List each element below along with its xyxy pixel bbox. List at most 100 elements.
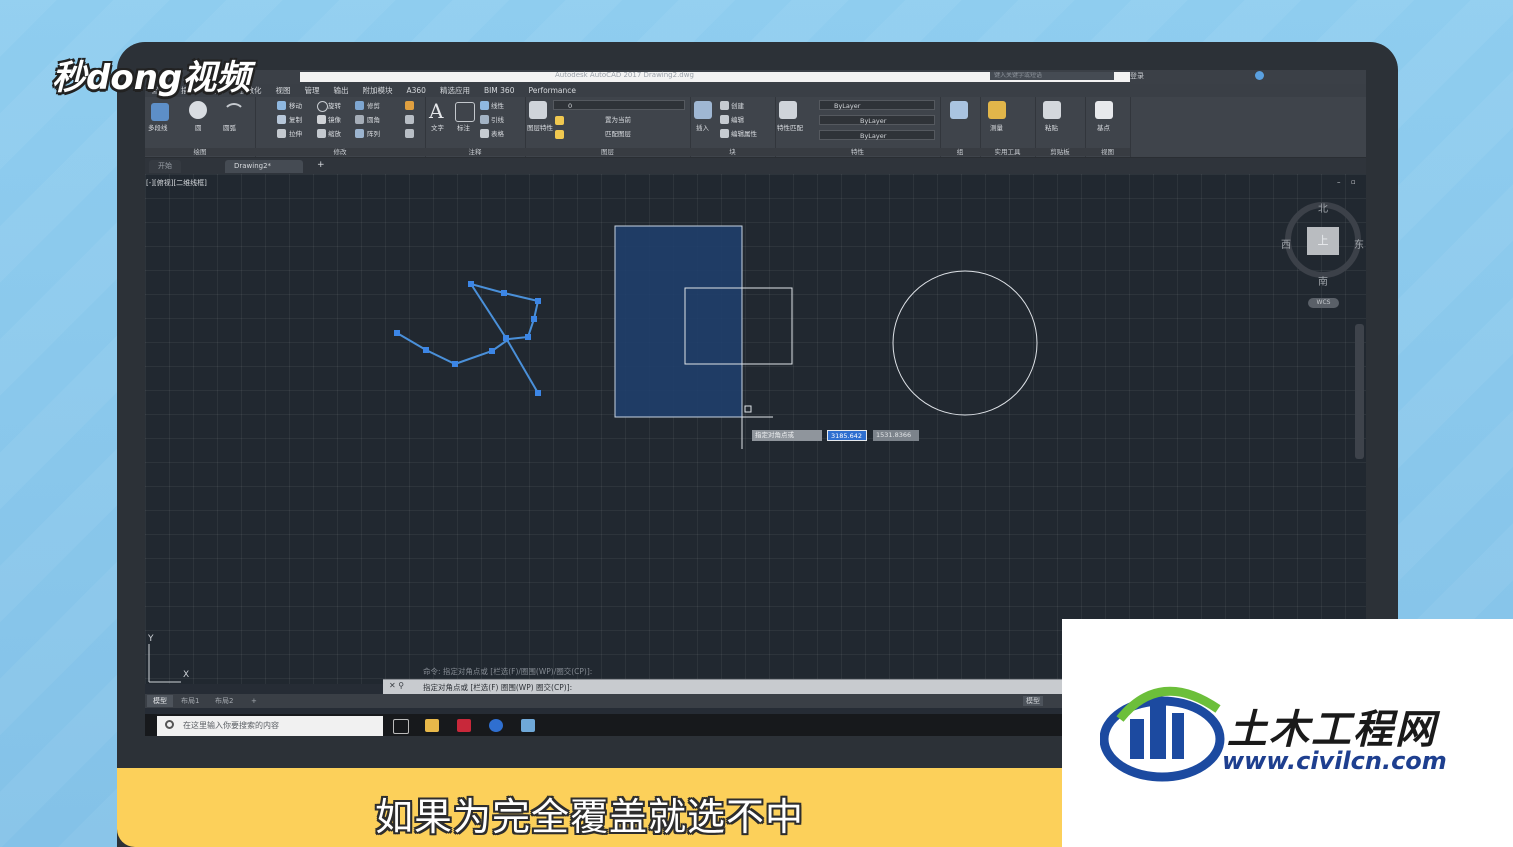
tab-featured-apps[interactable]: 精选应用 bbox=[433, 84, 477, 97]
taskbar-search-input[interactable]: 在这里输入你要搜索的内容 bbox=[157, 716, 383, 736]
insert-button[interactable]: 插入 bbox=[696, 124, 709, 132]
grip[interactable] bbox=[423, 347, 429, 353]
polyline-object[interactable] bbox=[396, 282, 540, 394]
layer-bulb-icon[interactable] bbox=[555, 116, 564, 125]
fillet-icon[interactable] bbox=[355, 115, 364, 124]
grip[interactable] bbox=[535, 390, 541, 396]
layer-properties-icon[interactable] bbox=[529, 101, 547, 119]
edit-attributes-icon[interactable] bbox=[720, 129, 729, 138]
rotate-icon[interactable] bbox=[317, 101, 328, 112]
app-icon[interactable] bbox=[521, 719, 535, 732]
paste-button[interactable]: 粘贴 bbox=[1045, 124, 1058, 132]
tab-start[interactable]: 开始 bbox=[149, 160, 181, 173]
array-icon[interactable] bbox=[355, 129, 364, 138]
lineweight-dropdown[interactable]: ByLayer bbox=[819, 130, 935, 140]
tab-performance[interactable]: Performance bbox=[521, 84, 583, 97]
groups-panel-label[interactable]: 组 bbox=[940, 148, 980, 156]
polyline-icon[interactable] bbox=[151, 103, 169, 121]
offset-icon[interactable] bbox=[405, 129, 414, 138]
explode-icon[interactable] bbox=[405, 115, 414, 124]
tab-bim360[interactable]: BIM 360 bbox=[477, 84, 522, 97]
edit-block-icon[interactable] bbox=[720, 115, 729, 124]
block-panel-label[interactable]: 块 bbox=[690, 148, 775, 156]
erase-icon[interactable] bbox=[405, 101, 414, 110]
scale-button[interactable]: 缩放 bbox=[328, 130, 341, 138]
paste-icon[interactable] bbox=[1043, 101, 1061, 119]
mirror-button[interactable]: 镜像 bbox=[328, 116, 341, 124]
circle-object[interactable] bbox=[892, 270, 1038, 416]
tab-a360[interactable]: A360 bbox=[400, 84, 433, 97]
base-view-button[interactable]: 基点 bbox=[1097, 124, 1110, 132]
layers-panel-label[interactable]: 图层 bbox=[525, 148, 690, 156]
layer-properties-button[interactable]: 图层特性 bbox=[527, 124, 553, 132]
dynamic-x-input[interactable]: 3185.642 bbox=[827, 430, 867, 441]
compass-east[interactable]: 东 bbox=[1354, 236, 1364, 251]
draw-panel-label[interactable]: 绘图 bbox=[145, 148, 255, 156]
help-icon[interactable] bbox=[1255, 71, 1264, 80]
tab-manage[interactable]: 管理 bbox=[298, 84, 327, 97]
fillet-button[interactable]: 圆角 bbox=[367, 116, 380, 124]
base-view-icon[interactable] bbox=[1095, 101, 1113, 119]
close-icon[interactable]: ✕ ⚲ bbox=[389, 681, 404, 690]
compass-north[interactable]: 北 bbox=[1318, 200, 1328, 215]
grip[interactable] bbox=[468, 281, 474, 287]
make-current-button[interactable]: 置为当前 bbox=[605, 116, 631, 124]
table-icon[interactable] bbox=[480, 129, 489, 138]
grip[interactable] bbox=[501, 290, 507, 296]
trim-icon[interactable] bbox=[355, 101, 364, 110]
grip[interactable] bbox=[531, 316, 537, 322]
modify-panel-label[interactable]: 修改 bbox=[255, 148, 425, 156]
compass-west[interactable]: 西 bbox=[1281, 236, 1291, 251]
tab-layout2[interactable]: 布局2 bbox=[209, 695, 239, 707]
stretch-icon[interactable] bbox=[277, 129, 286, 138]
copy-button[interactable]: 复制 bbox=[289, 116, 302, 124]
tab-drawing2[interactable]: Drawing2* bbox=[225, 160, 303, 173]
move-button[interactable]: 移动 bbox=[289, 102, 302, 110]
view-panel-label[interactable]: 视图 bbox=[1085, 148, 1130, 156]
tab-addins[interactable]: 附加模块 bbox=[356, 84, 400, 97]
linetype-dropdown[interactable]: ByLayer bbox=[819, 115, 935, 125]
measure-icon[interactable] bbox=[988, 101, 1006, 119]
group-icon[interactable] bbox=[950, 101, 968, 119]
browser-icon[interactable] bbox=[489, 719, 503, 732]
color-dropdown[interactable]: ByLayer bbox=[819, 100, 935, 110]
drawing-canvas[interactable]: [-][俯视][二维线框] – ▫ Y X 指定对角点或 3185.642 15… bbox=[145, 174, 1366, 684]
search-input[interactable]: 键入关键字或短语 bbox=[990, 72, 1114, 80]
autocad-icon[interactable] bbox=[457, 719, 471, 732]
create-block-button[interactable]: 创建 bbox=[731, 102, 744, 110]
scale-icon[interactable] bbox=[317, 129, 326, 138]
dynamic-y-input[interactable]: 1531.8366 bbox=[873, 430, 919, 441]
text-a-icon[interactable]: A bbox=[429, 99, 443, 123]
edit-attributes-button[interactable]: 编辑属性 bbox=[731, 130, 757, 138]
edit-block-button[interactable]: 编辑 bbox=[731, 116, 744, 124]
grip[interactable] bbox=[394, 330, 400, 336]
grip[interactable] bbox=[535, 298, 541, 304]
circle-icon[interactable] bbox=[189, 101, 207, 119]
layer-dropdown[interactable]: 0 bbox=[553, 100, 685, 110]
signin-button[interactable]: 登录 bbox=[1130, 71, 1144, 81]
status-model-button[interactable]: 模型 bbox=[1023, 696, 1043, 706]
new-tab-plus-icon[interactable]: + bbox=[317, 161, 325, 170]
grip[interactable] bbox=[489, 348, 495, 354]
tab-view[interactable]: 视图 bbox=[269, 84, 298, 97]
circle-button[interactable]: 圆 bbox=[195, 124, 202, 132]
tab-output[interactable]: 输出 bbox=[327, 84, 356, 97]
leader-button[interactable]: 引线 bbox=[491, 116, 504, 124]
wcs-menu[interactable]: WCS bbox=[1308, 298, 1339, 308]
file-explorer-icon[interactable] bbox=[425, 719, 439, 732]
text-button[interactable]: 文字 bbox=[431, 124, 444, 132]
match-properties-icon[interactable] bbox=[779, 101, 797, 119]
measure-button[interactable]: 测量 bbox=[990, 124, 1003, 132]
move-icon[interactable] bbox=[277, 101, 286, 110]
viewcube-top-face[interactable]: 上 bbox=[1307, 227, 1339, 255]
arc-button[interactable]: 圆弧 bbox=[223, 124, 236, 132]
arc-icon[interactable] bbox=[223, 103, 245, 125]
add-layout-icon[interactable]: + bbox=[245, 695, 263, 707]
dimension-icon[interactable] bbox=[455, 102, 475, 122]
copy-icon[interactable] bbox=[277, 115, 286, 124]
trim-button[interactable]: 修剪 bbox=[367, 102, 380, 110]
grip[interactable] bbox=[452, 361, 458, 367]
match-properties-button[interactable]: 特性匹配 bbox=[777, 124, 803, 132]
clipboard-panel-label[interactable]: 剪贴板 bbox=[1035, 148, 1085, 156]
insert-block-icon[interactable] bbox=[694, 101, 712, 119]
